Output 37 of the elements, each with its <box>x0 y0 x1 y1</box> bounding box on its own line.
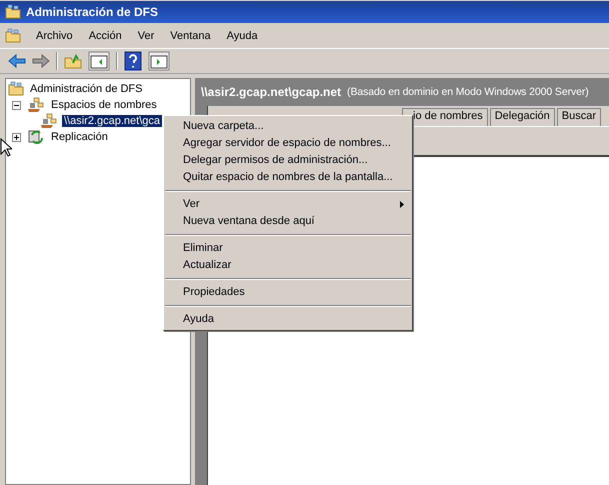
tab[interactable]: Delegación <box>490 108 555 126</box>
tree-item[interactable]: Replicación <box>49 131 110 143</box>
tab[interactable]: Buscar <box>556 108 602 126</box>
tree-item[interactable]: Administración de DFS <box>28 83 144 95</box>
menu-item[interactable]: Ver <box>164 196 412 213</box>
menu-item[interactable]: Ver <box>130 28 162 44</box>
menu-item[interactable]: Actualizar <box>164 257 412 274</box>
menu-item[interactable]: Archivo <box>29 28 80 44</box>
menu-item[interactable]: Propiedades <box>164 284 412 301</box>
action-pane-icon[interactable] <box>148 51 170 71</box>
forward-arrow-icon[interactable] <box>32 53 50 69</box>
window-title: Administración de DFS <box>26 5 158 19</box>
menu-item[interactable]: Ventana <box>163 28 218 44</box>
menu-item[interactable]: Ayuda <box>164 311 412 328</box>
collapse-icon[interactable] <box>12 100 21 110</box>
submenu-arrow-icon <box>400 201 404 208</box>
panel-title: \\asir2.gcap.net\gcap.net <box>201 85 342 99</box>
menu-item[interactable]: Agregar servidor de espacio de nombres... <box>164 135 412 152</box>
namespace-icon <box>27 97 45 113</box>
back-arrow-icon[interactable] <box>8 53 26 69</box>
tree-item[interactable]: Espacios de nombres <box>49 99 159 111</box>
menu-item[interactable]: Acción <box>82 28 129 44</box>
folder-icon <box>8 81 24 97</box>
tree-item[interactable]: \\asir2.gcap.net\gca <box>62 115 162 127</box>
folder-icon <box>5 4 21 20</box>
panel-subtitle: (Basado en dominio en Modo Windows 2000 Server) <box>347 86 589 98</box>
menu-item[interactable]: Nueva ventana desde aquí <box>164 213 412 230</box>
menu-item[interactable]: Quitar espacio de nombres de la pantalla... <box>164 169 412 186</box>
sync-icon <box>27 129 45 145</box>
menu-item[interactable]: Ayuda <box>220 28 265 44</box>
namespace-icon <box>40 113 58 129</box>
expand-icon[interactable] <box>12 132 21 142</box>
menu-item[interactable]: Eliminar <box>164 240 412 257</box>
menu-item[interactable]: Delegar permisos de administración... <box>164 152 412 169</box>
help-icon[interactable] <box>124 51 142 71</box>
pane-toggle-icon[interactable] <box>88 51 110 71</box>
folder-icon <box>5 28 21 44</box>
